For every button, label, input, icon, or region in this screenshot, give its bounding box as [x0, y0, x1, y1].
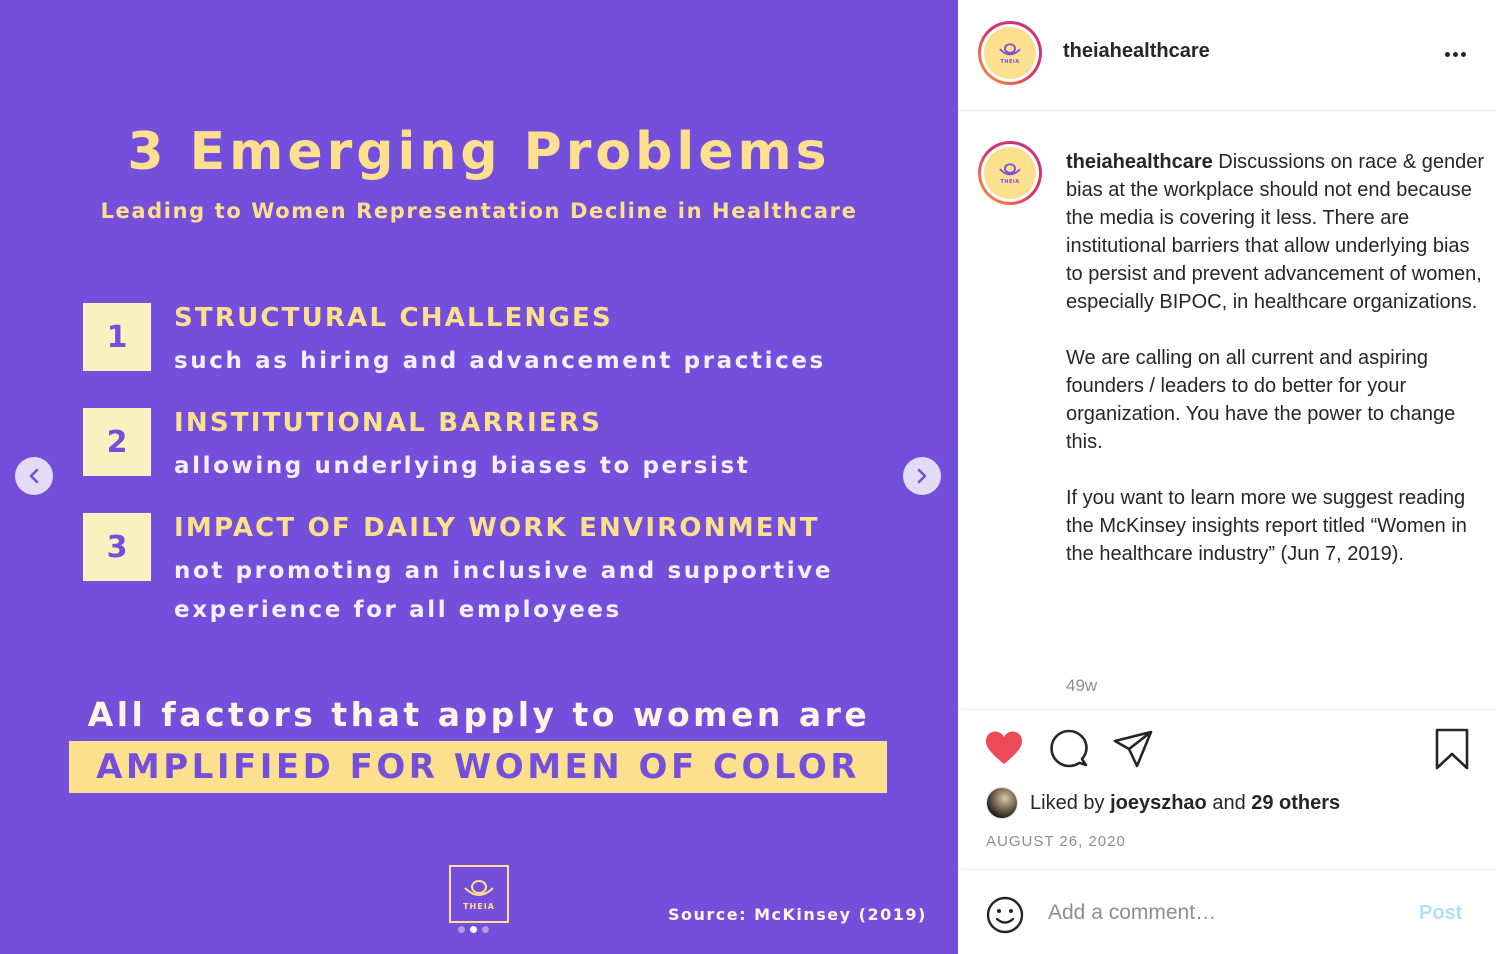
theia-logo-icon — [999, 42, 1021, 55]
problem-description: such as hiring and advancement practices — [174, 348, 826, 374]
problem-heading: IMPACT OF DAILY WORK ENVIRONMENT — [174, 513, 820, 543]
carousel-dot-active — [470, 926, 477, 933]
header-username[interactable]: theiahealthcare — [1063, 40, 1210, 63]
post-image: 3 Emerging Problems Leading to Women Rep… — [0, 0, 958, 954]
liked-by-and: and — [1206, 791, 1252, 814]
comment-input[interactable] — [1048, 898, 1388, 928]
avatar-text: THEIA — [1000, 58, 1020, 65]
post-header: THEIA theiahealthcare — [958, 0, 1496, 111]
carousel-next-button[interactable] — [903, 457, 941, 495]
liked-by-user[interactable]: joeyszhao — [1110, 792, 1207, 815]
chevron-right-icon — [917, 468, 927, 484]
liked-by-prefix: Liked by — [1030, 791, 1111, 814]
liker-avatar[interactable] — [986, 787, 1018, 819]
chevron-left-icon — [29, 468, 39, 484]
bookmark-icon — [1435, 728, 1469, 770]
post-date[interactable]: AUGUST 26, 2020 — [986, 833, 1126, 850]
like-button[interactable] — [984, 730, 1024, 771]
theia-logo-icon — [999, 162, 1021, 175]
carousel-indicator — [458, 926, 489, 933]
post-comment-button[interactable]: Post — [1419, 902, 1462, 925]
profile-avatar[interactable]: THEIA — [978, 21, 1042, 85]
problem-heading: STRUCTURAL CHALLENGES — [174, 303, 613, 333]
carousel-dot — [458, 926, 465, 933]
likes-summary: Liked by joeyszhao and 29 others — [986, 787, 1340, 819]
share-button[interactable] — [1113, 730, 1153, 773]
carousel-prev-button[interactable] — [15, 457, 53, 495]
liked-by-others[interactable]: 29 others — [1251, 792, 1340, 815]
comment-button[interactable] — [1049, 729, 1089, 774]
post-caption: THEIA theiahealthcare Discussions on rac… — [958, 111, 1496, 709]
problem-number: 3 — [83, 513, 151, 581]
paper-plane-icon — [1113, 730, 1153, 768]
problem-description: allowing underlying biases to persist — [174, 453, 751, 479]
comment-icon — [1050, 729, 1088, 768]
problem-description: not promoting an inclusive and supportiv… — [174, 558, 834, 623]
smiley-icon — [986, 896, 1024, 934]
comment-bar: Post — [958, 869, 1496, 954]
more-dots-icon — [1444, 51, 1450, 57]
caption-text: theiahealthcare Discussions on race & ge… — [1066, 148, 1486, 568]
caption-username[interactable]: theiahealthcare — [1066, 151, 1213, 173]
problem-number: 1 — [83, 303, 151, 371]
amplified-banner: AMPLIFIED FOR WOMEN OF COLOR — [69, 741, 887, 793]
slide-title: 3 Emerging Problems — [127, 122, 831, 182]
post-timestamp[interactable]: 49w — [1066, 676, 1097, 696]
emoji-button[interactable] — [986, 896, 1024, 939]
slide-subtitle: Leading to Women Representation Decline … — [100, 199, 858, 223]
action-bar: Liked by joeyszhao and 29 others AUGUST … — [958, 709, 1496, 869]
problem-heading: INSTITUTIONAL BARRIERS — [174, 408, 602, 438]
save-button[interactable] — [1434, 728, 1470, 775]
factors-statement: All factors that apply to women are — [87, 695, 871, 734]
theia-logo: THEIA — [449, 865, 509, 923]
carousel-dot — [482, 926, 489, 933]
source-citation: Source: McKinsey (2019) — [668, 905, 927, 924]
heart-filled-icon — [986, 731, 1022, 764]
theia-logo-icon — [464, 879, 494, 896]
avatar-text: THEIA — [1000, 178, 1020, 185]
problem-number: 2 — [83, 408, 151, 476]
more-options-button[interactable] — [1438, 44, 1472, 64]
post-sidebar: THEIA theiahealthcare THEIA theiahealthc… — [958, 0, 1496, 954]
caption-body: Discussions on race & gender bias at the… — [1066, 151, 1484, 565]
logo-text: THEIA — [463, 901, 495, 911]
caption-avatar[interactable]: THEIA — [978, 141, 1042, 205]
